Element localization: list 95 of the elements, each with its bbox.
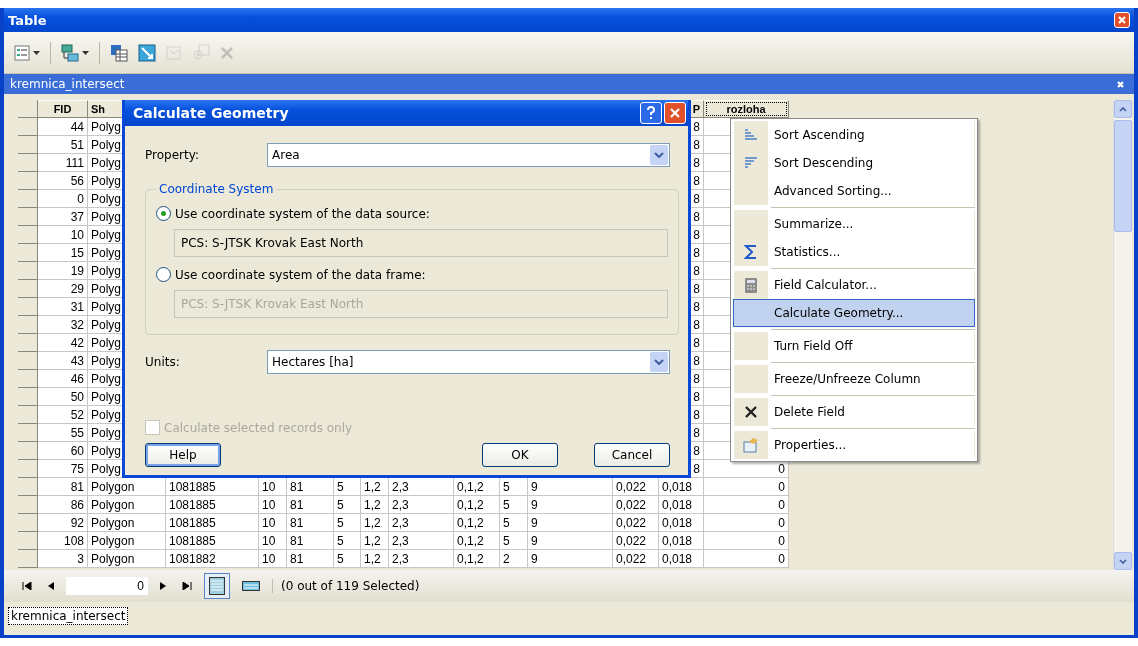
- table-cell: 0,1,2: [454, 478, 500, 496]
- table-cell: 1,2: [361, 550, 389, 568]
- table-cell: Polygon: [88, 550, 166, 568]
- table-cell: 1,2: [361, 478, 389, 496]
- table-cell: 15: [38, 244, 88, 262]
- table-cell: 81: [287, 532, 334, 550]
- table-cell: 1081885: [166, 532, 259, 550]
- table-cell: 5: [334, 478, 361, 496]
- table-cell: 9: [528, 550, 613, 568]
- table-cell: 55: [38, 424, 88, 442]
- table-cell: 9: [528, 532, 613, 550]
- table-cell: 92: [38, 514, 88, 532]
- table-cell: 1,2: [361, 532, 389, 550]
- table-title: kremnica_intersect: [10, 77, 125, 91]
- table-cell: 81: [287, 550, 334, 568]
- table-cell: 0: [704, 460, 789, 478]
- table-cell: 2,3: [389, 496, 454, 514]
- table-cell: 0,018: [659, 478, 704, 496]
- table-cell: Polygon: [88, 496, 166, 514]
- table-cell: 5: [500, 514, 528, 532]
- table-cell: 81: [38, 478, 88, 496]
- table-cell: 5: [500, 496, 528, 514]
- dialog-title: Calculate Geometry: [133, 105, 289, 121]
- table-cell: 10: [259, 478, 287, 496]
- table-cell: 2,3: [389, 550, 454, 568]
- table-cell: 0,018: [659, 514, 704, 532]
- table-cell: 1081885: [166, 496, 259, 514]
- table-cell: 0,1,2: [454, 514, 500, 532]
- table-cell: Polygon: [88, 532, 166, 550]
- table-cell: 32: [38, 316, 88, 334]
- table-cell: 50: [38, 388, 88, 406]
- table-cell: 5: [334, 550, 361, 568]
- table-cell: 0,018: [659, 532, 704, 550]
- table-cell: 111: [38, 154, 88, 172]
- table-cell: 51: [38, 136, 88, 154]
- table-cell: 1,2: [361, 514, 389, 532]
- table-cell: 2,3: [389, 478, 454, 496]
- table-cell: 81: [287, 478, 334, 496]
- table-cell: 0,022: [613, 478, 659, 496]
- table-cell: 5: [334, 532, 361, 550]
- table-cell: 81: [287, 514, 334, 532]
- table-cell: 0,1,2: [454, 550, 500, 568]
- table-cell: 0: [38, 190, 88, 208]
- table-cell: 9: [528, 478, 613, 496]
- table-cell: 10: [259, 514, 287, 532]
- table-cell: 1081885: [166, 478, 259, 496]
- table-cell: Polygon: [88, 478, 166, 496]
- table-cell: 2: [500, 550, 528, 568]
- table-cell: 0: [704, 496, 789, 514]
- table-cell: 0: [704, 514, 789, 532]
- table-cell: Polygon: [88, 514, 166, 532]
- table-cell: 10: [259, 496, 287, 514]
- table-cell: 0,022: [613, 496, 659, 514]
- table-cell: 81: [287, 496, 334, 514]
- table-cell: 46: [38, 370, 88, 388]
- window-title: Table: [8, 12, 47, 28]
- table-cell: 0,018: [659, 550, 704, 568]
- table-cell: 0,022: [613, 532, 659, 550]
- table-cell: 10: [259, 550, 287, 568]
- table-cell: 0: [704, 550, 789, 568]
- table-cell: 5: [334, 514, 361, 532]
- table-cell: 52: [38, 406, 88, 424]
- table-cell: 75: [38, 460, 88, 478]
- table-cell: 9: [528, 514, 613, 532]
- selection-status: (0 out of 119 Selected): [272, 579, 420, 593]
- table-cell: 1081882: [166, 550, 259, 568]
- table-cell: 56: [38, 172, 88, 190]
- table-cell: 60: [38, 442, 88, 460]
- table-cell: 0,018: [659, 496, 704, 514]
- table-cell: 3: [38, 550, 88, 568]
- table-cell: 1,2: [361, 496, 389, 514]
- table-cell: 43: [38, 352, 88, 370]
- table-cell: 42: [38, 334, 88, 352]
- table-cell: 1081885: [166, 514, 259, 532]
- table-cell: 0,022: [613, 514, 659, 532]
- table-cell: 0: [704, 478, 789, 496]
- table-cell: 0,1,2: [454, 532, 500, 550]
- table-cell: 9: [528, 496, 613, 514]
- table-cell: 108: [38, 532, 88, 550]
- table-cell: 2,3: [389, 532, 454, 550]
- table-cell: 31: [38, 298, 88, 316]
- table-cell: 0: [704, 532, 789, 550]
- table-cell: 37: [38, 208, 88, 226]
- table-cell: 5: [500, 532, 528, 550]
- table-cell: 0,1,2: [454, 496, 500, 514]
- table-cell: 10: [38, 226, 88, 244]
- table-cell: 5: [334, 496, 361, 514]
- table-cell: 86: [38, 496, 88, 514]
- table-cell: 0,022: [613, 550, 659, 568]
- table-cell: 29: [38, 280, 88, 298]
- table-cell: 5: [500, 478, 528, 496]
- table-cell: 2,3: [389, 514, 454, 532]
- table-cell: 10: [259, 532, 287, 550]
- table-cell: 19: [38, 262, 88, 280]
- table-cell: 44: [38, 118, 88, 136]
